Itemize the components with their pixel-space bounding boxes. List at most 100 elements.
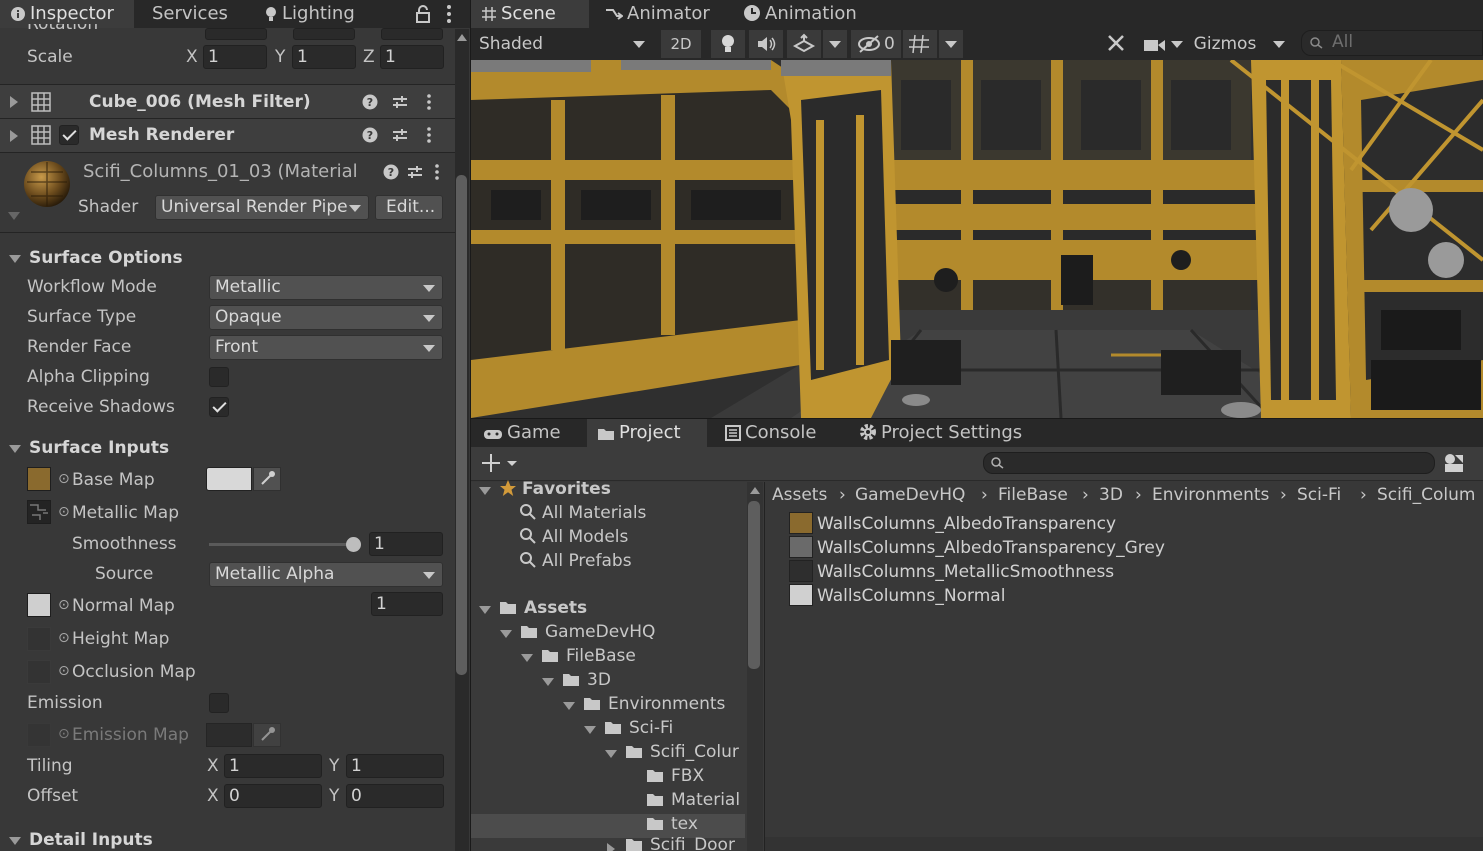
tab-animator[interactable]: Animator bbox=[595, 0, 720, 28]
help-icon[interactable]: ? bbox=[383, 164, 399, 180]
camera-dropdown[interactable] bbox=[1139, 30, 1187, 58]
tree-folder-material[interactable]: Material bbox=[646, 790, 740, 810]
tree-folder-scifi[interactable]: Sci-Fi bbox=[604, 718, 673, 738]
tab-scene[interactable]: Scene bbox=[471, 0, 589, 28]
eyedropper-icon[interactable] bbox=[253, 723, 281, 747]
favorite-item[interactable]: All Models bbox=[519, 527, 628, 547]
normal-map-texture-slot[interactable] bbox=[27, 593, 51, 617]
shader-edit-button[interactable]: Edit... bbox=[375, 195, 443, 220]
asset-file[interactable]: WallsColumns_AlbedoTransparency_Grey bbox=[789, 536, 1165, 558]
tiling-y-field[interactable]: 1 bbox=[346, 754, 444, 778]
presets-icon[interactable] bbox=[392, 94, 408, 110]
detail-inputs-header[interactable]: Detail Inputs bbox=[29, 830, 153, 850]
source-dropdown[interactable]: Metallic Alpha bbox=[209, 562, 443, 587]
create-plus-icon[interactable] bbox=[481, 452, 521, 474]
receive-shadows-checkbox[interactable] bbox=[209, 397, 229, 417]
shading-mode-dropdown[interactable]: Shaded bbox=[473, 30, 653, 58]
component-menu-icon[interactable] bbox=[426, 93, 432, 111]
expand-arrow-icon[interactable] bbox=[10, 130, 18, 142]
scene-viewport[interactable] bbox=[471, 60, 1483, 418]
help-icon[interactable]: ? bbox=[362, 94, 378, 110]
expand-arrow-icon[interactable] bbox=[10, 96, 18, 108]
scroll-up-icon[interactable] bbox=[750, 487, 760, 494]
mesh-renderer-enabled-checkbox[interactable] bbox=[59, 125, 79, 145]
favorite-item[interactable]: All Materials bbox=[519, 503, 646, 523]
grid-dropdown[interactable] bbox=[939, 30, 963, 58]
texture-picker-icon[interactable]: ⊙ bbox=[58, 630, 70, 646]
effects-dropdown[interactable] bbox=[823, 30, 847, 58]
grid-toggle-icon[interactable] bbox=[903, 30, 937, 58]
tab-project-settings[interactable]: Project Settings bbox=[849, 419, 1032, 447]
favorite-item[interactable]: All Prefabs bbox=[519, 551, 632, 571]
breadcrumb-item[interactable]: GameDevHQ bbox=[855, 485, 965, 505]
surface-options-foldout-icon[interactable] bbox=[9, 255, 21, 263]
foldout-icon[interactable] bbox=[607, 843, 615, 851]
gizmos-dropdown[interactable] bbox=[1269, 30, 1289, 58]
rotation-y-field[interactable] bbox=[293, 28, 355, 40]
height-map-texture-slot[interactable] bbox=[27, 627, 51, 651]
emission-checkbox[interactable] bbox=[209, 693, 229, 713]
favorites-header[interactable]: Favorites bbox=[499, 479, 611, 499]
scale-z-field[interactable]: 1 bbox=[380, 45, 444, 69]
tab-console[interactable]: Console bbox=[715, 419, 826, 447]
lock-icon[interactable] bbox=[416, 5, 430, 23]
surface-inputs-foldout-icon[interactable] bbox=[9, 445, 21, 453]
tree-scrollbar-thumb[interactable] bbox=[748, 501, 760, 669]
rotation-x-field[interactable] bbox=[205, 28, 267, 40]
search-by-type-icon[interactable] bbox=[1443, 453, 1465, 473]
surface-inputs-header[interactable]: Surface Inputs bbox=[29, 438, 169, 458]
tree-folder-environments[interactable]: Environments bbox=[583, 694, 725, 714]
texture-picker-icon[interactable]: ⊙ bbox=[58, 504, 70, 520]
foldout-icon[interactable] bbox=[500, 630, 512, 638]
project-search-input[interactable] bbox=[983, 452, 1435, 474]
tab-services[interactable]: Services bbox=[142, 0, 238, 28]
render-face-dropdown[interactable]: Front bbox=[209, 335, 443, 360]
scene-search-input[interactable]: All bbox=[1301, 30, 1483, 56]
foldout-icon[interactable] bbox=[584, 726, 596, 734]
shader-dropdown[interactable]: Universal Render Pipe bbox=[155, 195, 369, 220]
material-foldout-icon[interactable] bbox=[8, 212, 20, 220]
hidden-objects-toggle[interactable]: 0 bbox=[851, 30, 901, 58]
presets-icon[interactable] bbox=[392, 127, 408, 143]
audio-toggle-icon[interactable] bbox=[749, 30, 783, 58]
tools-icon[interactable] bbox=[1099, 30, 1135, 58]
effects-toggle-icon[interactable] bbox=[787, 30, 821, 58]
metallic-map-texture-slot[interactable] bbox=[27, 500, 51, 524]
breadcrumb-item[interactable]: 3D bbox=[1099, 485, 1123, 505]
tab-project[interactable]: Project bbox=[587, 419, 707, 447]
rotation-z-field[interactable] bbox=[381, 28, 443, 40]
breadcrumb-item[interactable]: Assets bbox=[772, 485, 827, 505]
tree-folder-tex[interactable]: tex bbox=[646, 814, 698, 834]
emission-color-field[interactable] bbox=[206, 723, 252, 747]
gizmos-button[interactable]: Gizmos bbox=[1191, 30, 1259, 58]
tree-folder-gamedevhq[interactable]: GameDevHQ bbox=[520, 622, 655, 642]
smoothness-field[interactable]: 1 bbox=[369, 532, 443, 556]
scroll-up-icon[interactable] bbox=[457, 34, 467, 41]
offset-y-field[interactable]: 0 bbox=[346, 784, 444, 808]
texture-picker-icon[interactable]: ⊙ bbox=[58, 471, 70, 487]
tab-game[interactable]: Game bbox=[473, 419, 571, 447]
normal-scale-field[interactable]: 1 bbox=[371, 592, 443, 616]
presets-icon[interactable] bbox=[407, 164, 423, 180]
breadcrumb-item[interactable]: Environments bbox=[1152, 485, 1269, 505]
scale-x-field[interactable]: 1 bbox=[203, 45, 267, 69]
breadcrumb-item[interactable]: FileBase bbox=[998, 485, 1068, 505]
foldout-icon[interactable] bbox=[542, 678, 554, 686]
tree-folder-scifi-door[interactable]: Scifi_Door bbox=[625, 835, 743, 851]
tab-lighting[interactable]: Lighting bbox=[254, 0, 365, 28]
occlusion-map-texture-slot[interactable] bbox=[27, 660, 51, 684]
asset-file[interactable]: WallsColumns_AlbedoTransparency bbox=[789, 512, 1116, 534]
foldout-icon[interactable] bbox=[605, 750, 617, 758]
tree-folder-3d[interactable]: 3D bbox=[562, 670, 611, 690]
workflow-mode-dropdown[interactable]: Metallic bbox=[209, 275, 443, 300]
breadcrumb-item[interactable]: Scifi_Colum bbox=[1377, 485, 1483, 505]
smoothness-slider-track[interactable] bbox=[209, 543, 353, 546]
base-map-color-field[interactable] bbox=[206, 467, 252, 491]
inspector-scrollbar-thumb[interactable] bbox=[456, 175, 467, 675]
help-icon[interactable]: ? bbox=[362, 127, 378, 143]
scene-lighting-toggle-icon[interactable] bbox=[711, 30, 745, 58]
eyedropper-icon[interactable] bbox=[253, 467, 281, 491]
asset-file[interactable]: WallsColumns_MetallicSmoothness bbox=[789, 560, 1114, 582]
material-preview-sphere[interactable] bbox=[23, 160, 71, 208]
surface-type-dropdown[interactable]: Opaque bbox=[209, 305, 443, 330]
